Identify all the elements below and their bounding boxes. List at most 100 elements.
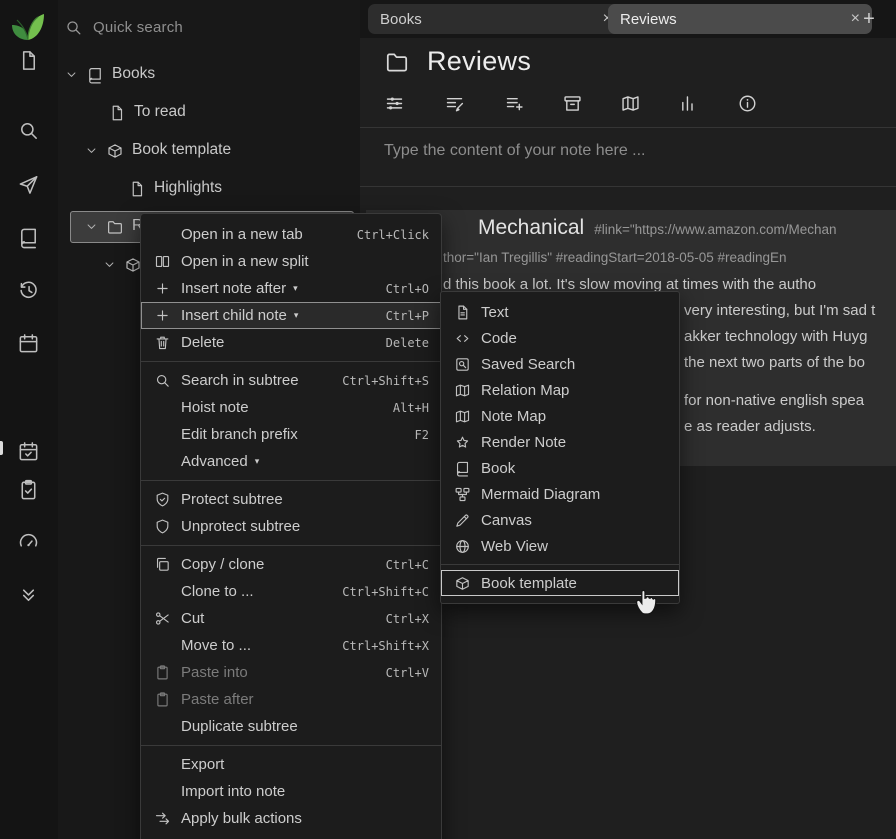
folder-icon <box>384 49 410 75</box>
submenu-item-mermaid-diagram[interactable]: Mermaid Diagram <box>441 481 679 507</box>
ribbon-similar-notes-button[interactable] <box>678 93 700 115</box>
tree-item-to-read[interactable]: To read <box>58 96 360 130</box>
menu-item-label: Open in a new tab <box>181 226 303 243</box>
menu-item-label: Unprotect subtree <box>181 518 300 535</box>
note-body-line: the next two parts of the bo <box>684 354 865 371</box>
bar-chart-icon <box>678 93 700 114</box>
menu-item-label: Cut <box>181 610 204 627</box>
launcher-dashboard-button[interactable] <box>17 530 41 554</box>
menu-separator <box>141 545 441 546</box>
note-attributes: thor="Ian Tregillis" #readingStart=2018-… <box>443 250 787 265</box>
menu-item-label: Render Note <box>481 434 566 451</box>
menu-item-search-in-subtree[interactable]: Search in subtree Ctrl+Shift+S <box>141 367 441 394</box>
menu-separator <box>441 564 679 565</box>
saved-search-icon <box>454 356 481 373</box>
submenu-item-book[interactable]: Book <box>441 455 679 481</box>
launcher-search-button[interactable] <box>17 119 41 143</box>
menu-item-insert-child-note[interactable]: Insert child note ▾ Ctrl+P <box>141 302 441 329</box>
chevron-down-icon[interactable] <box>84 143 99 158</box>
menu-item-label: Relation Map <box>481 382 569 399</box>
menu-separator <box>141 361 441 362</box>
menu-item-shortcut: Ctrl+O <box>370 282 429 296</box>
menu-item-label: Saved Search <box>481 356 575 373</box>
menu-item-copy-clone[interactable]: Copy / clone Ctrl+C <box>141 551 441 578</box>
submenu-item-text[interactable]: Text <box>441 299 679 325</box>
scissors-icon <box>154 610 181 627</box>
launcher-jump-to-button[interactable] <box>17 173 41 197</box>
tree-item-label: Books <box>112 65 155 83</box>
menu-item-edit-branch-prefix[interactable]: Edit branch prefix F2 <box>141 421 441 448</box>
double-chevron-down-icon <box>17 583 41 606</box>
submenu-item-canvas[interactable]: Canvas <box>441 507 679 533</box>
menu-item-label: Paste after <box>181 691 254 708</box>
caret-down-icon: ▾ <box>255 456 260 467</box>
menu-item-delete[interactable]: Delete Delete <box>141 329 441 356</box>
menu-item-open-in-new-tab[interactable]: Open in a new tab Ctrl+Click <box>141 221 441 248</box>
menu-item-label: Note Map <box>481 408 546 425</box>
launcher-tasks-button[interactable] <box>17 478 41 502</box>
chevron-down-icon[interactable] <box>102 257 117 272</box>
menu-item-apply-bulk-actions[interactable]: Apply bulk actions <box>141 805 441 832</box>
submenu-item-code[interactable]: Code <box>441 325 679 351</box>
tree-item-book-template[interactable]: Book template <box>58 134 360 168</box>
calendar-check-icon <box>17 440 41 463</box>
chevron-down-icon[interactable] <box>84 219 99 234</box>
launcher-open-notes-button[interactable] <box>17 226 41 250</box>
menu-item-advanced[interactable]: Advanced ▾ <box>141 448 441 475</box>
submenu-item-render-note[interactable]: Render Note <box>441 429 679 455</box>
ribbon-note-info-button[interactable] <box>737 93 759 115</box>
menu-item-shortcut: Ctrl+V <box>370 666 429 680</box>
plus-icon <box>154 307 181 324</box>
pen-icon <box>454 512 481 529</box>
book-note-title-link[interactable]: Mechanical <box>478 216 584 240</box>
launcher-recent-changes-button[interactable] <box>17 279 41 303</box>
menu-item-shortcut: Ctrl+Shift+S <box>326 374 429 388</box>
tab-label: Reviews <box>620 11 677 28</box>
note-title[interactable]: Reviews <box>427 46 531 77</box>
submenu-item-saved-search[interactable]: Saved Search <box>441 351 679 377</box>
menu-item-protect-subtree[interactable]: Protect subtree <box>141 486 441 513</box>
launcher-calendar-button[interactable] <box>17 332 41 356</box>
menu-item-hoist-note[interactable]: Hoist note Alt+H <box>141 394 441 421</box>
note-content-editor[interactable]: Type the content of your note here ... <box>384 142 646 160</box>
quick-search-input[interactable]: Quick search <box>58 12 298 42</box>
launcher-new-note-button[interactable] <box>17 49 41 73</box>
tab-reviews[interactable]: Reviews × <box>608 4 872 34</box>
submenu-item-note-map[interactable]: Note Map <box>441 403 679 429</box>
ribbon-note-map-button[interactable] <box>620 93 642 115</box>
menu-item-duplicate-subtree[interactable]: Duplicate subtree <box>141 713 441 740</box>
menu-item-unprotect-subtree[interactable]: Unprotect subtree <box>141 513 441 540</box>
menu-item-label: Insert child note <box>181 307 287 324</box>
menu-item-move-to[interactable]: Move to ... Ctrl+Shift+X <box>141 632 441 659</box>
menu-item-export[interactable]: Export <box>141 751 441 778</box>
ribbon-note-paths-button[interactable] <box>562 93 584 115</box>
tab-books[interactable]: Books × <box>368 4 624 34</box>
tree-context-menu: Open in a new tab Ctrl+Click Open in a n… <box>140 213 442 839</box>
clipboard-icon <box>154 691 181 708</box>
menu-item-label: Clone to ... <box>181 583 254 600</box>
add-tab-button[interactable]: + <box>858 8 880 30</box>
menu-item-clone-to[interactable]: Clone to ... Ctrl+Shift+C <box>141 578 441 605</box>
copy-icon <box>154 556 181 573</box>
menu-item-open-in-new-split[interactable]: Open in a new split <box>141 248 441 275</box>
tree-item-books[interactable]: Books <box>58 58 360 92</box>
submenu-item-relation-map[interactable]: Relation Map <box>441 377 679 403</box>
book-icon <box>17 226 41 249</box>
chevron-down-icon[interactable] <box>64 67 79 82</box>
launcher-today-button[interactable] <box>17 440 41 464</box>
ribbon-basic-properties-button[interactable] <box>384 93 406 115</box>
plus-icon <box>154 280 181 297</box>
menu-item-label: Canvas <box>481 512 532 529</box>
submenu-item-web-view[interactable]: Web View <box>441 533 679 559</box>
menu-item-label: Move to ... <box>181 637 251 654</box>
tree-item-highlights[interactable]: Highlights <box>58 172 360 206</box>
bulk-actions-icon <box>154 810 181 827</box>
ribbon-owned-attributes-button[interactable] <box>444 93 466 115</box>
launcher-collapse-tree-button[interactable] <box>17 583 41 607</box>
launcher-active-indicator <box>0 441 3 455</box>
menu-item-cut[interactable]: Cut Ctrl+X <box>141 605 441 632</box>
menu-item-insert-note-after[interactable]: Insert note after ▾ Ctrl+O <box>141 275 441 302</box>
note-body-line: very interesting, but I'm sad t <box>684 302 875 319</box>
ribbon-inherited-attributes-button[interactable] <box>504 93 526 115</box>
menu-item-import-into-note[interactable]: Import into note <box>141 778 441 805</box>
